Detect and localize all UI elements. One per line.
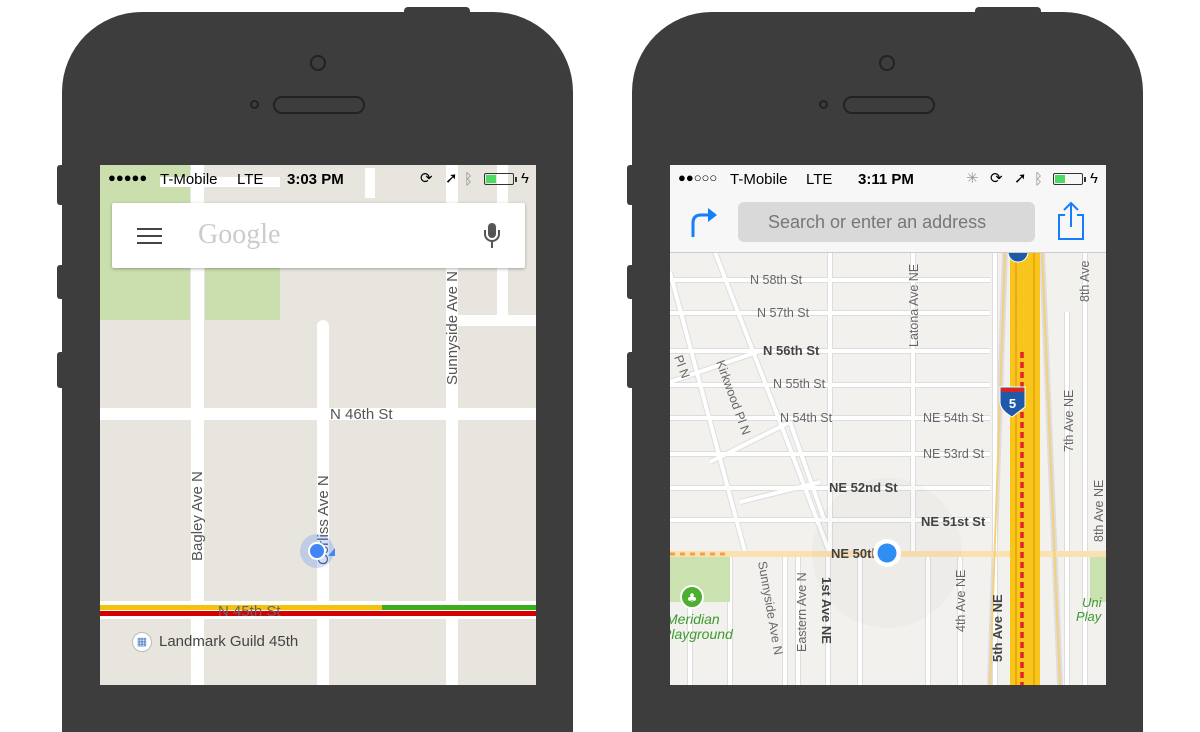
interstate-highway	[1010, 252, 1040, 685]
search-bar[interactable]: Google	[112, 203, 525, 268]
park-label: Playground	[670, 626, 734, 642]
rotation-lock-icon: ⟳	[420, 170, 433, 187]
front-camera	[310, 55, 326, 71]
street-label: N 57th St	[757, 306, 810, 320]
street-label: NE 53rd St	[923, 447, 985, 461]
earpiece-speaker	[273, 96, 365, 114]
signal-strength: ●●○○○	[678, 170, 718, 185]
network-type: LTE	[237, 171, 264, 188]
charging-icon: ϟ	[521, 170, 529, 187]
location-services-icon: ➚	[445, 170, 458, 187]
status-bar: ●●○○○ T-Mobile LTE 3:11 PM ✳ ⟳ ➚ ᛒ ϟ	[670, 165, 1106, 193]
street-label: Kirkwood Pl N	[713, 358, 753, 437]
carrier: T-Mobile	[730, 171, 788, 188]
street-label: 8th Ave	[1078, 260, 1092, 302]
street-label: N 56th St	[763, 343, 820, 358]
heading-arrow	[328, 548, 335, 556]
road	[100, 601, 536, 619]
rotation-lock-icon: ⟳	[990, 170, 1003, 187]
traffic-free	[382, 605, 536, 610]
search-input[interactable]: Search or enter an address	[738, 202, 1035, 242]
volume-up-button	[627, 265, 635, 299]
street-label: NE 54th St	[923, 411, 984, 425]
park-label: Meridian	[670, 611, 720, 627]
svg-text:♣: ♣	[687, 591, 698, 605]
street-label: N 58th St	[750, 273, 803, 287]
directions-arrow-icon[interactable]	[688, 205, 718, 239]
location-services-icon: ➚	[1014, 170, 1027, 187]
map-roads: 5 N 58th St N 57th St N 56th St N 55th S…	[670, 241, 1106, 685]
bluetooth-icon: ᛒ	[1034, 171, 1044, 188]
battery-icon	[1053, 173, 1086, 185]
top-toolbar: ●●○○○ T-Mobile LTE 3:11 PM ✳ ⟳ ➚ ᛒ ϟ Sea…	[670, 165, 1106, 253]
volume-down-button	[57, 352, 65, 388]
road	[100, 408, 536, 420]
road	[458, 315, 536, 326]
my-location-marker	[300, 534, 335, 568]
clock: 3:11 PM	[858, 171, 914, 188]
traffic-heavy	[100, 611, 536, 616]
cinema-icon: ▦	[132, 632, 152, 652]
left-phone: N 46th St N 45th St Bagley Ave N Corliss…	[57, 7, 573, 732]
volume-down-button	[627, 352, 635, 388]
signal-strength: ●●●●●	[108, 170, 148, 185]
street-label: Sunnyside Ave N	[444, 271, 461, 385]
status-bar: ●●●●● T-Mobile LTE 3:03 PM ⟳ ➚ ᛒ ϟ	[100, 165, 536, 193]
right-phone: 5 N 58th St N 57th St N 56th St N 55th S…	[627, 7, 1143, 732]
search-input[interactable]: Google	[198, 219, 280, 251]
hamburger-icon[interactable]	[137, 228, 162, 244]
search-placeholder: Search or enter an address	[768, 212, 987, 232]
front-camera	[879, 55, 895, 71]
street-label: N 54th St	[780, 411, 833, 425]
earpiece-speaker	[843, 96, 935, 114]
street-label: Latona Ave NE	[907, 264, 921, 347]
street-label: 5th Ave NE	[990, 594, 1005, 662]
street-label: 8th Ave NE	[1092, 480, 1106, 542]
google-maps-screen: N 46th St N 45th St Bagley Ave N Corliss…	[100, 165, 536, 685]
street-label: Sunnyside Ave N	[755, 560, 785, 656]
clock: 3:03 PM	[287, 171, 344, 188]
share-icon[interactable]	[1056, 201, 1086, 241]
street-label: Pl N	[671, 353, 692, 380]
charging-icon: ϟ	[1090, 170, 1098, 187]
microphone-icon[interactable]	[484, 223, 500, 251]
bluetooth-icon: ᛒ	[464, 171, 474, 188]
street-label: N 55th St	[773, 377, 826, 391]
battery-icon	[484, 173, 517, 185]
street-label: 7th Ave NE	[1062, 390, 1076, 452]
street-label: Bagley Ave N	[189, 471, 206, 561]
proximity-sensor	[250, 100, 259, 109]
park-label: Uni	[1082, 595, 1103, 610]
mute-switch	[627, 165, 635, 205]
svg-text:5: 5	[1009, 396, 1016, 411]
power-button	[404, 7, 470, 17]
street-label: Eastern Ave N	[795, 572, 809, 652]
poi-label: Landmark Guild 45th	[159, 633, 299, 650]
mute-switch	[57, 165, 65, 205]
carrier: T-Mobile	[160, 171, 218, 188]
power-button	[975, 7, 1041, 17]
street-label: N 45th St	[218, 603, 281, 620]
street-label: N 46th St	[330, 406, 393, 423]
map-view[interactable]: 5 N 58th St N 57th St N 56th St N 55th S…	[670, 241, 1106, 685]
volume-up-button	[57, 265, 65, 299]
park-label: Play	[1076, 609, 1103, 624]
proximity-sensor	[819, 100, 828, 109]
apple-maps-screen: 5 N 58th St N 57th St N 56th St N 55th S…	[670, 165, 1106, 685]
network-type: LTE	[806, 171, 833, 188]
activity-spinner-icon: ✳	[966, 170, 979, 187]
